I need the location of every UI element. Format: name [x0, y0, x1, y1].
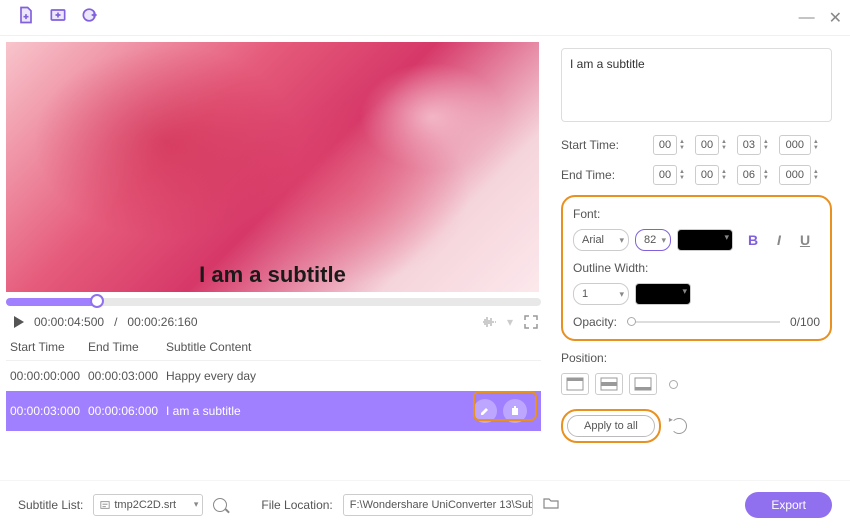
highlight-annotation: Apply to all [561, 409, 661, 443]
time-total: 00:00:26:160 [127, 315, 197, 329]
start-m[interactable]: 00 [695, 135, 719, 155]
cell-content: I am a subtitle [166, 404, 473, 418]
timeline-fill [6, 298, 97, 306]
timeline-handle[interactable] [90, 294, 104, 308]
cell-end: 00:00:06:000 [88, 404, 166, 418]
subtitle-table-header: Start Time End Time Subtitle Content [6, 334, 541, 361]
waveform-icon[interactable] [481, 314, 497, 330]
editor-panel: I am a subtitle Start Time: 00▲▼ 00▲▼ 03… [547, 36, 850, 480]
outline-color-picker[interactable] [635, 283, 691, 305]
font-name-dropdown[interactable]: Arial [573, 229, 629, 251]
end-h[interactable]: 00 [653, 165, 677, 185]
opacity-label: Opacity: [573, 315, 617, 329]
position-custom-toggle[interactable] [669, 380, 678, 389]
font-label: Font: [573, 207, 820, 221]
opacity-slider[interactable] [627, 321, 780, 323]
reset-icon[interactable] [671, 418, 687, 434]
stepper-arrows[interactable]: ▲▼ [721, 169, 727, 181]
highlight-annotation [473, 391, 537, 421]
search-icon[interactable] [213, 498, 227, 512]
cell-end: 00:00:03:000 [88, 369, 166, 383]
position-top-button[interactable] [561, 373, 589, 395]
position-label: Position: [561, 351, 832, 365]
table-row[interactable]: 00:00:03:000 00:00:06:000 I am a subtitl… [6, 391, 541, 431]
subtitle-file-dropdown[interactable]: tmp2C2D.srt [93, 494, 203, 516]
subtitle-text-input[interactable]: I am a subtitle [561, 48, 832, 122]
position-bottom-button[interactable] [629, 373, 657, 395]
bold-button[interactable]: B [745, 232, 761, 248]
stepper-arrows[interactable]: ▲▼ [813, 169, 819, 181]
file-location-label: File Location: [261, 498, 332, 512]
col-header-end: End Time [88, 340, 166, 354]
import-subtitle-icon[interactable] [48, 5, 68, 30]
play-button[interactable] [14, 316, 24, 328]
end-ms[interactable]: 000 [779, 165, 811, 185]
toolbar [16, 5, 100, 30]
underline-button[interactable]: U [797, 232, 813, 248]
italic-button[interactable]: I [771, 232, 787, 248]
end-time-label: End Time: [561, 168, 647, 182]
close-button[interactable]: ✕ [829, 8, 842, 28]
export-button[interactable]: Export [745, 492, 832, 518]
font-section: Font: Arial 82 B I U Outline Width: 1 Op… [561, 195, 832, 341]
timeline[interactable] [6, 298, 541, 306]
stepper-arrows[interactable]: ▲▼ [721, 139, 727, 151]
time-current: 00:00:04:500 [34, 315, 104, 329]
playback-controls: 00:00:04:500/00:00:26:160 ▾ [6, 310, 541, 334]
start-s[interactable]: 03 [737, 135, 761, 155]
opacity-handle[interactable] [627, 317, 636, 326]
minimize-button[interactable]: — [799, 9, 815, 27]
video-preview[interactable]: I am a subtitle [6, 42, 539, 292]
window-controls: — ✕ [799, 8, 842, 28]
preview-panel: I am a subtitle 00:00:04:500/00:00:26:16… [0, 36, 547, 480]
start-time-label: Start Time: [561, 138, 647, 152]
subtitle-overlay: I am a subtitle [199, 262, 346, 288]
outline-width-dropdown[interactable]: 1 [573, 283, 629, 305]
folder-icon[interactable] [543, 496, 559, 513]
outline-label: Outline Width: [573, 261, 820, 275]
stepper-arrows[interactable]: ▲▼ [813, 139, 819, 151]
col-header-start: Start Time [10, 340, 88, 354]
table-row[interactable]: 00:00:00:000 00:00:03:000 Happy every da… [6, 361, 541, 391]
footer: Subtitle List: tmp2C2D.srt File Location… [0, 480, 850, 528]
add-file-icon[interactable] [16, 5, 36, 30]
position-middle-button[interactable] [595, 373, 623, 395]
stepper-arrows[interactable]: ▲▼ [763, 169, 769, 181]
stepper-arrows[interactable]: ▲▼ [679, 139, 685, 151]
stepper-arrows[interactable]: ▲▼ [763, 139, 769, 151]
cell-content: Happy every day [166, 369, 537, 383]
auto-subtitle-icon[interactable] [80, 5, 100, 30]
apply-to-all-button[interactable]: Apply to all [567, 415, 655, 437]
fullscreen-icon[interactable] [523, 314, 539, 330]
col-header-content: Subtitle Content [166, 340, 537, 354]
titlebar: — ✕ [0, 0, 850, 36]
start-ms[interactable]: 000 [779, 135, 811, 155]
font-color-picker[interactable] [677, 229, 733, 251]
position-row [561, 373, 832, 395]
cell-start: 00:00:00:000 [10, 369, 88, 383]
stepper-arrows[interactable]: ▲▼ [679, 169, 685, 181]
end-s[interactable]: 06 [737, 165, 761, 185]
subtitle-list-label: Subtitle List: [18, 498, 83, 512]
start-h[interactable]: 00 [653, 135, 677, 155]
cell-start: 00:00:03:000 [10, 404, 88, 418]
opacity-value: 0/100 [790, 315, 820, 329]
font-size-dropdown[interactable]: 82 [635, 229, 671, 251]
end-m[interactable]: 00 [695, 165, 719, 185]
start-time-row: Start Time: 00▲▼ 00▲▼ 03▲▼ 000▲▼ [561, 135, 832, 155]
file-location-input[interactable]: F:\Wondershare UniConverter 13\SubEdi [343, 494, 533, 516]
end-time-row: End Time: 00▲▼ 00▲▼ 06▲▼ 000▲▼ [561, 165, 832, 185]
